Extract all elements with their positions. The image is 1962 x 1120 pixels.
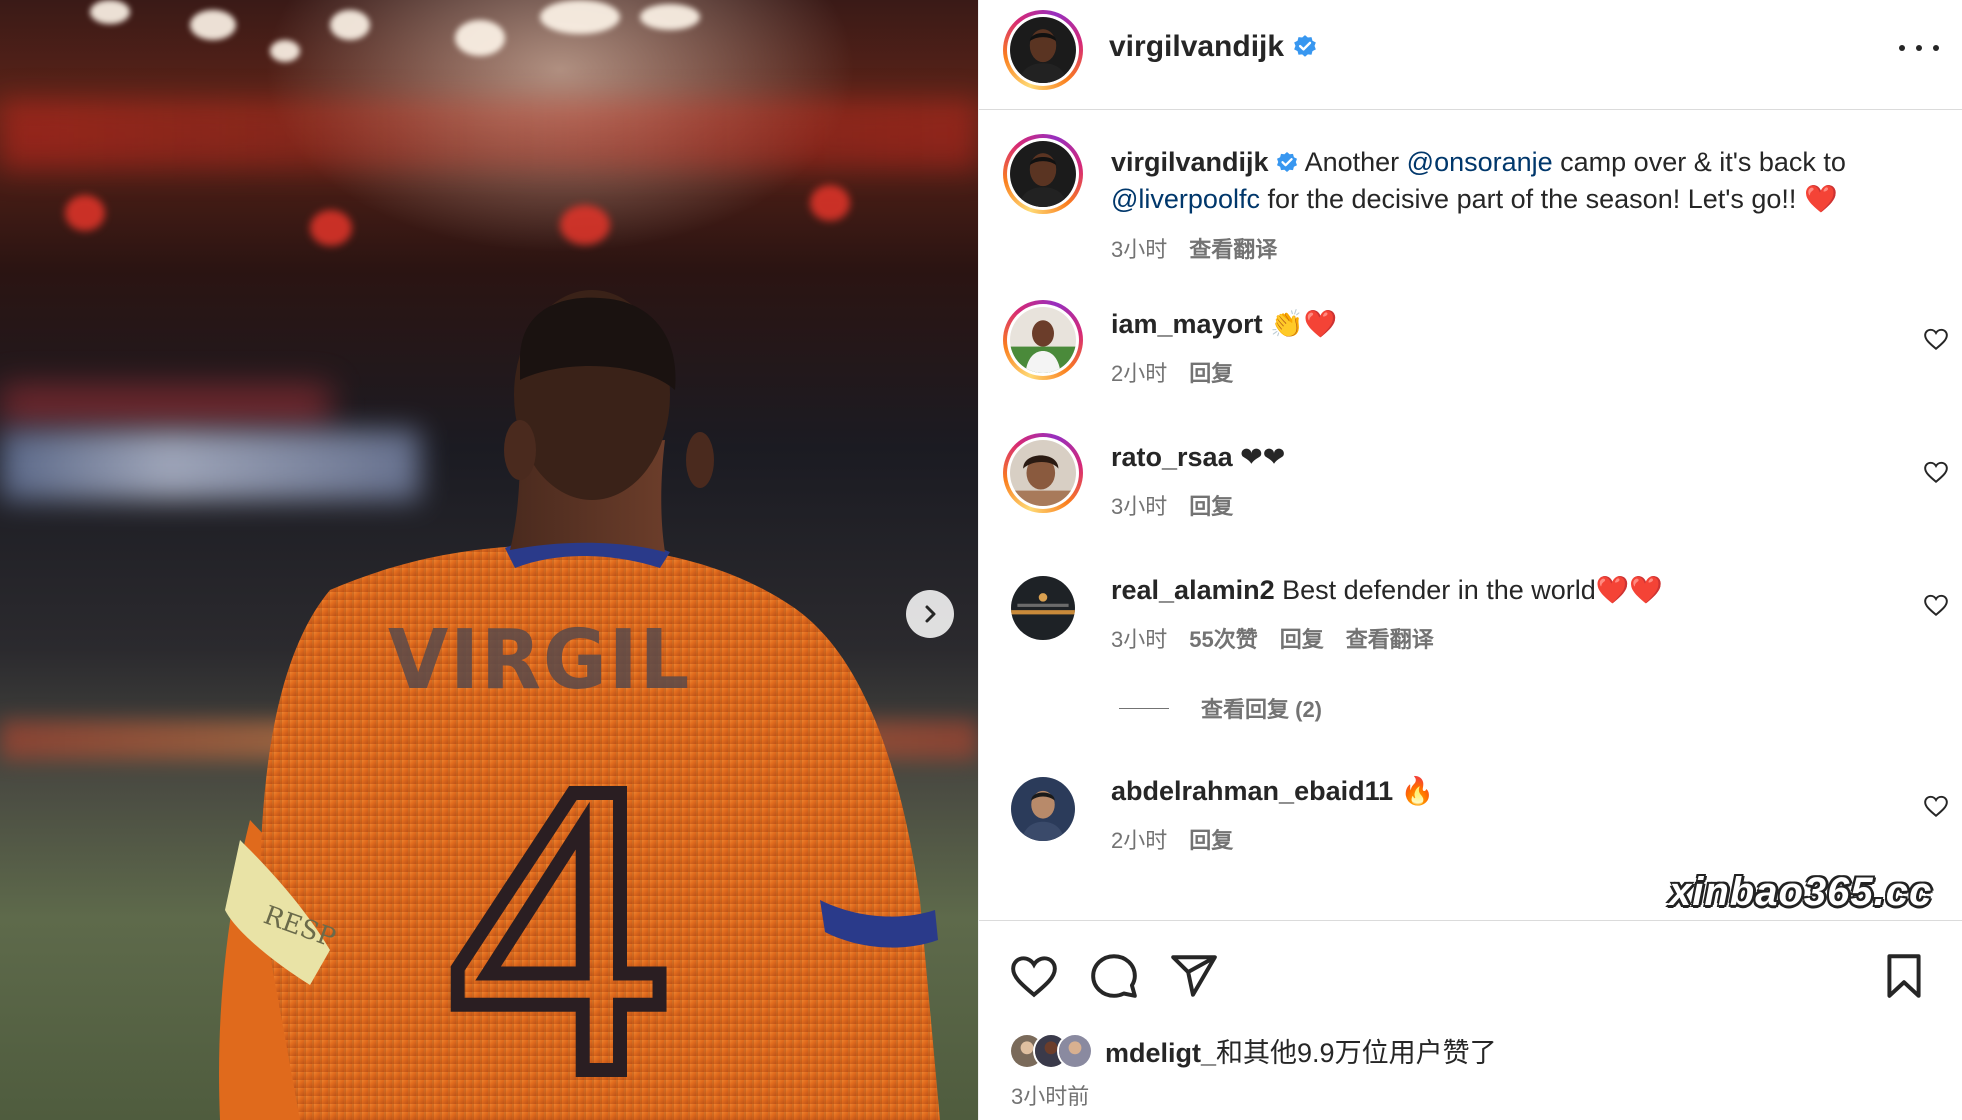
like-comment-icon[interactable] (1923, 326, 1949, 352)
likes-summary[interactable]: mdeligt_和其他9.9万位用户赞了 (1009, 1031, 1497, 1070)
reply-button[interactable]: 回复 (1189, 494, 1233, 519)
comment-time: 3小时 (1111, 627, 1168, 652)
see-translation-link[interactable]: 查看翻译 (1189, 237, 1277, 262)
heart-emoji: ❤️ (1803, 184, 1838, 214)
watermark: xinbao365.cc (1669, 870, 1933, 914)
comment-time: 3小时 (1111, 494, 1168, 519)
mention-link[interactable]: @onsoranje (1407, 147, 1553, 177)
jersey-name: VIRGIL (388, 612, 691, 707)
next-photo-button[interactable] (906, 590, 954, 638)
view-replies-button[interactable]: 查看回复 (2) (1119, 692, 1322, 724)
reply-button[interactable]: 回复 (1189, 361, 1233, 386)
commenter-avatar[interactable] (1011, 576, 1075, 640)
jersey-number: 4 (439, 717, 681, 1120)
commenter-username[interactable]: abdelrahman_ebaid11 (1111, 776, 1393, 806)
caption-avatar[interactable] (1003, 134, 1083, 214)
more-options-icon[interactable] (1899, 34, 1939, 62)
like-comment-icon[interactable] (1923, 592, 1949, 618)
post-side-panel: virgilvandijk virgilvandijk Another @ons… (978, 0, 1962, 1120)
view-replies-label[interactable]: 查看回复 (2) (1201, 692, 1322, 724)
post-actions: mdeligt_和其他9.9万位用户赞了 3小时前 (979, 920, 1962, 1120)
post-photo[interactable]: VIRGIL 4 RESP (0, 0, 978, 1120)
comment-time: 2小时 (1111, 828, 1168, 853)
chevron-right-icon (925, 605, 936, 623)
like-comment-icon[interactable] (1923, 459, 1949, 485)
author-username[interactable]: virgilvandijk (1109, 30, 1318, 64)
verified-badge-icon (1294, 35, 1316, 57)
commenter-avatar[interactable] (1011, 777, 1075, 841)
comment-text: 👏❤️ (1262, 309, 1338, 339)
like-heart-icon[interactable] (1009, 951, 1059, 1001)
caption-segment: Another (1298, 147, 1407, 177)
save-bookmark-icon[interactable] (1879, 951, 1929, 1001)
likes-count-text[interactable]: 和其他9.9万位用户赞了 (1216, 1038, 1497, 1068)
liker-username[interactable]: mdeligt_ (1105, 1038, 1216, 1068)
caption-segment: camp over & it's back to (1552, 147, 1846, 177)
post-timestamp[interactable]: 3小时前 (1011, 1079, 1089, 1111)
commenter-avatar[interactable] (1003, 300, 1083, 380)
share-paper-plane-icon[interactable] (1169, 951, 1219, 1001)
player-illustration: VIRGIL 4 RESP (219, 290, 940, 1120)
caption-segment: for the decisive part of the season! Let… (1259, 184, 1804, 214)
comment-time: 2小时 (1111, 361, 1168, 386)
author-avatar[interactable] (1003, 10, 1083, 90)
caption-username[interactable]: virgilvandijk (1111, 147, 1269, 177)
comment-bubble-icon[interactable] (1089, 951, 1139, 1001)
reply-button[interactable]: 回复 (1189, 828, 1233, 853)
commenter-avatar[interactable] (1003, 433, 1083, 513)
caption-time: 3小时 (1111, 237, 1168, 262)
like-comment-icon[interactable] (1923, 793, 1949, 819)
mention-link[interactable]: @liverpoolfc (1111, 184, 1260, 214)
divider (1119, 707, 1169, 709)
comments-list[interactable]: virgilvandijk Another @onsoranje camp ov… (979, 110, 1962, 920)
likes-text[interactable]: mdeligt_和其他9.9万位用户赞了 (1105, 1031, 1497, 1070)
see-translation-link[interactable]: 查看翻译 (1346, 627, 1434, 652)
comment-text: ❤❤ (1232, 442, 1286, 472)
caption-text: virgilvandijk Another @onsoranje camp ov… (1111, 144, 1893, 218)
comment-like-count[interactable]: 55次赞 (1189, 627, 1257, 652)
username-text[interactable]: virgilvandijk (1109, 30, 1284, 63)
post-header: virgilvandijk (979, 0, 1962, 110)
caption-meta: 3小时 查看翻译 (1111, 232, 1299, 264)
commenter-username[interactable]: iam_mayort (1111, 309, 1263, 339)
commenter-username[interactable]: rato_rsaa (1111, 442, 1233, 472)
comment-text: Best defender in the world❤️❤️ (1274, 575, 1664, 605)
comment-text: 🔥 (1393, 776, 1435, 806)
liker-avatar (1057, 1032, 1093, 1069)
commenter-username[interactable]: real_alamin2 (1111, 575, 1275, 605)
reply-button[interactable]: 回复 (1280, 627, 1324, 652)
verified-badge-icon (1276, 152, 1297, 172)
